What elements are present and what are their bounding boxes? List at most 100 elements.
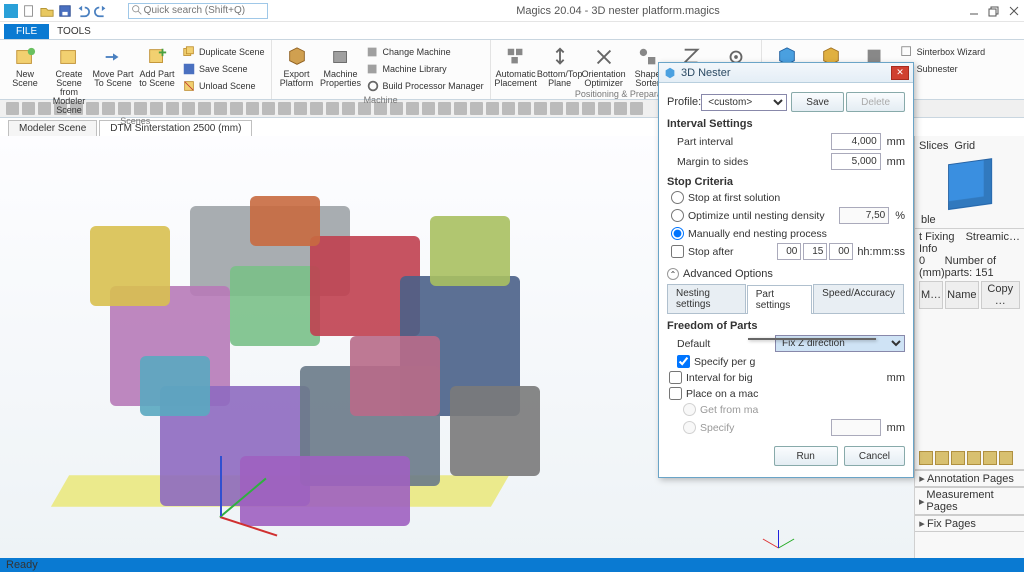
slices-tab[interactable]: Slices: [919, 140, 948, 152]
collapse-icon[interactable]: ▸: [917, 472, 927, 485]
tool-icon[interactable]: [550, 102, 563, 115]
tool-icon[interactable]: [454, 102, 467, 115]
streamics-tab[interactable]: Streamic…: [966, 231, 1020, 255]
tool-icon[interactable]: [518, 102, 531, 115]
group-label: Scenes: [120, 116, 150, 126]
undo-icon[interactable]: [76, 4, 90, 18]
menu-tab-tools[interactable]: TOOLS: [49, 24, 99, 39]
tool-icon[interactable]: [582, 102, 595, 115]
tool-icon[interactable]: [278, 102, 291, 115]
export-platform-button[interactable]: Export Platform: [276, 42, 318, 94]
dialog-title: 3D Nester: [677, 67, 891, 79]
profile-select[interactable]: <custom>: [701, 94, 787, 111]
tab-speed[interactable]: Speed/Accuracy: [813, 284, 904, 313]
open-icon[interactable]: [40, 4, 54, 18]
place-machine-check[interactable]: [669, 387, 682, 400]
adv-tabs: Nesting settings Part settings Speed/Acc…: [667, 284, 905, 314]
tool-icon[interactable]: [342, 102, 355, 115]
fix-pages[interactable]: Fix Pages: [927, 518, 976, 530]
restore-icon[interactable]: [988, 5, 1000, 17]
duplicate-scene-button[interactable]: Duplicate Scene: [180, 44, 267, 60]
mm-input[interactable]: [803, 243, 827, 260]
measurement-pages[interactable]: Measurement Pages: [926, 489, 1022, 513]
stop-first-radio[interactable]: [671, 191, 684, 204]
minimize-icon[interactable]: [968, 5, 980, 17]
new-scene-button[interactable]: New Scene: [4, 42, 46, 115]
tool-icon[interactable]: [326, 102, 339, 115]
tool-icon[interactable]: [614, 102, 627, 115]
status-bar: Ready: [0, 558, 1024, 572]
sinterbox-button[interactable]: Sinterbox Wizard: [898, 44, 988, 60]
interval-big-check[interactable]: [669, 371, 682, 384]
quick-search[interactable]: [128, 3, 268, 19]
density-input: [839, 207, 889, 224]
orient-optimizer-button[interactable]: Orientation Optimizer: [583, 42, 625, 88]
cancel-button[interactable]: Cancel: [844, 446, 905, 466]
quick-access: [4, 4, 108, 18]
search-input[interactable]: [144, 5, 265, 16]
nester-dialog: 3D Nester ✕ Profile: <custom> Save Delet…: [658, 62, 914, 478]
auto-placement-button[interactable]: Automatic Placement: [495, 42, 537, 88]
add-part-button[interactable]: Add Part to Scene: [136, 42, 178, 115]
ss-input[interactable]: [829, 243, 853, 260]
dialog-close-icon[interactable]: ✕: [891, 66, 909, 80]
machine-library-button[interactable]: Machine Library: [364, 61, 486, 77]
window-title: Magics 20.04 - 3D nester platform.magics: [268, 5, 968, 17]
right-panel: SlicesGrid ble t Fixing InfoStreamic… 0 …: [914, 136, 1024, 558]
tool-icon[interactable]: [919, 451, 933, 465]
tool-icon[interactable]: [438, 102, 451, 115]
new-icon[interactable]: [22, 4, 36, 18]
group-machine: Export Platform Machine Properties Chang…: [272, 40, 491, 99]
hh-input[interactable]: [777, 243, 801, 260]
save-icon[interactable]: [58, 4, 72, 18]
tool-icon[interactable]: [310, 102, 323, 115]
tool-icon[interactable]: [566, 102, 579, 115]
save-scene-button[interactable]: Save Scene: [180, 61, 267, 77]
part-interval-input[interactable]: [831, 133, 881, 150]
parts-table[interactable]: M…NameCopy …: [917, 279, 1022, 311]
grid-tab[interactable]: Grid: [954, 140, 975, 152]
close-icon[interactable]: [1008, 5, 1020, 17]
tool-icon[interactable]: [534, 102, 547, 115]
dialog-icon: [663, 66, 677, 80]
tool-icon[interactable]: [502, 102, 515, 115]
profile-delete-button: Delete: [846, 92, 905, 112]
tool-icon[interactable]: [486, 102, 499, 115]
tool-icon[interactable]: [294, 102, 307, 115]
expand-icon[interactable]: ⌃: [667, 268, 679, 280]
tab-nesting[interactable]: Nesting settings: [667, 284, 746, 313]
axis-gizmo[interactable]: [762, 516, 794, 548]
tool-icon[interactable]: [630, 102, 643, 115]
profile-save-button[interactable]: Save: [791, 92, 844, 112]
margin-input[interactable]: [831, 153, 881, 170]
orientation-cube[interactable]: [948, 158, 992, 210]
tool-icon[interactable]: [422, 102, 435, 115]
titlebar: Magics 20.04 - 3D nester platform.magics: [0, 0, 1024, 22]
redo-icon[interactable]: [94, 4, 108, 18]
stop-after-check[interactable]: [671, 245, 684, 258]
run-button[interactable]: Run: [774, 446, 838, 466]
part-tools: [917, 449, 1022, 467]
unload-scene-button[interactable]: Unload Scene: [180, 78, 267, 94]
fixing-info-tab[interactable]: t Fixing Info: [919, 231, 966, 255]
create-scene-button[interactable]: Create Scene from Modeler Scene: [48, 42, 90, 115]
stop-manual-radio[interactable]: [671, 227, 684, 240]
specify-pg-check[interactable]: [677, 355, 690, 368]
tool-icon[interactable]: [406, 102, 419, 115]
change-machine-button[interactable]: Change Machine: [364, 44, 486, 60]
tool-icon[interactable]: [470, 102, 483, 115]
move-part-button[interactable]: Move Part To Scene: [92, 42, 134, 115]
build-processor-button[interactable]: Build Processor Manager: [364, 78, 486, 94]
scene-tab-modeler[interactable]: Modeler Scene: [8, 120, 97, 136]
bottom-top-button[interactable]: Bottom/Top Plane: [539, 42, 581, 88]
machine-props-button[interactable]: Machine Properties: [320, 42, 362, 94]
annotation-pages[interactable]: Annotation Pages: [927, 473, 1014, 485]
tool-icon[interactable]: [598, 102, 611, 115]
get-from-radio: [683, 403, 696, 416]
tab-part[interactable]: Part settings: [747, 285, 812, 314]
menu-tabs: FILE TOOLS: [0, 22, 1024, 40]
stop-optimize-radio[interactable]: [671, 209, 684, 222]
freedom-dropdown[interactable]: [748, 338, 876, 340]
nested-parts: [50, 156, 570, 536]
file-tab[interactable]: FILE: [4, 24, 49, 39]
